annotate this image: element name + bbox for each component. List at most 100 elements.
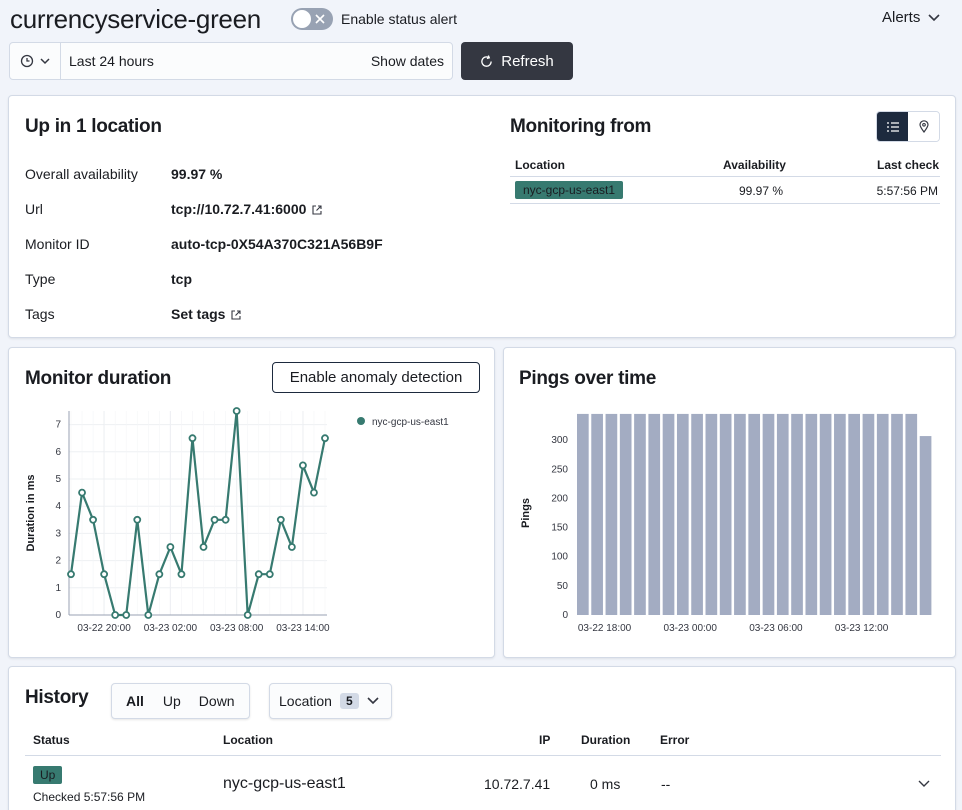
filter-up[interactable]: Up: [154, 693, 190, 709]
ping-bar: [776, 413, 789, 615]
show-dates-link[interactable]: Show dates: [371, 43, 452, 79]
y-tick-label: 200: [551, 493, 568, 504]
y-tick-label: 7: [55, 420, 61, 431]
url-link[interactable]: tcp://10.72.7.41:6000: [171, 201, 322, 217]
x-tick-label: 03-23 02:00: [144, 623, 198, 634]
y-tick-label: 150: [551, 523, 568, 534]
set-tags-link[interactable]: Set tags: [171, 306, 242, 322]
chevron-down-icon: [928, 13, 940, 21]
alerts-menu[interactable]: Alerts: [882, 9, 940, 26]
col-availability: Availability: [723, 158, 786, 172]
status-panel: Up in 1 location Overall availability 99…: [8, 95, 956, 338]
y-tick-label: 4: [55, 501, 61, 512]
data-point: [221, 515, 230, 524]
ping-bar: [577, 413, 589, 615]
data-point: [155, 570, 164, 579]
table-row: nyc-gcp-us-east1 99.97 % 5:57:56 PM: [510, 177, 940, 204]
pings-panel: Pings over time 0 50 100 150 200 250 300 03-22 …: [503, 347, 956, 658]
ping-bar: [634, 413, 646, 615]
quick-select-button[interactable]: [10, 43, 61, 79]
data-point: [122, 611, 131, 619]
col-status: Status: [33, 733, 70, 747]
ping-bar: [891, 413, 903, 615]
type-label: Type: [25, 271, 56, 287]
tags-label: Tags: [25, 306, 55, 322]
data-point: [188, 434, 197, 443]
y-axis-label: Pings: [520, 498, 532, 528]
ping-bar: [805, 413, 818, 615]
y-tick-label: 2: [55, 556, 61, 567]
monitoring-from-title: Monitoring from: [510, 116, 652, 137]
date-range-text[interactable]: Last 24 hours: [61, 43, 371, 79]
col-ip: IP: [539, 733, 551, 747]
y-tick-label: 0: [562, 610, 568, 621]
alerts-label: Alerts: [882, 9, 921, 26]
ping-bar: [876, 413, 889, 615]
status-badge: Up: [33, 766, 63, 784]
y-tick-label: 0: [55, 610, 61, 621]
availability-label: Overall availability: [25, 166, 138, 182]
col-error: Error: [660, 733, 690, 747]
ping-bar: [605, 413, 618, 615]
monitor-id-label: Monitor ID: [25, 236, 90, 252]
data-point: [133, 515, 142, 524]
refresh-icon: [481, 54, 493, 67]
data-point: [265, 570, 274, 579]
y-axis-label: Duration in ms: [25, 474, 37, 551]
refresh-button[interactable]: Refresh: [461, 42, 573, 80]
data-point: [254, 570, 263, 579]
location-filter[interactable]: Location 5: [269, 683, 392, 719]
x-tick-label: 03-23 08:00: [210, 623, 264, 634]
url-label: Url: [25, 201, 43, 217]
availability-value: 99.97 %: [171, 166, 223, 182]
ping-bar: [591, 413, 603, 615]
ping-bar: [748, 413, 761, 615]
table-row[interactable]: Up Checked 5:57:56 PM nyc-gcp-us-east1 1…: [25, 756, 941, 810]
y-tick-label: 3: [55, 528, 61, 539]
series-line: [69, 410, 327, 617]
list-view-button[interactable]: [877, 112, 908, 141]
filter-down[interactable]: Down: [190, 693, 249, 709]
enable-anomaly-button[interactable]: Enable anomaly detection: [272, 362, 480, 393]
pings-title: Pings over time: [519, 368, 656, 389]
data-point: [89, 515, 97, 524]
expand-row-icon[interactable]: [918, 780, 930, 788]
location-badge[interactable]: nyc-gcp-us-east1: [515, 181, 624, 199]
y-tick-label: 6: [55, 447, 61, 458]
data-point: [111, 611, 120, 619]
y-tick-label: 1: [55, 583, 61, 594]
col-location: Location: [223, 733, 273, 747]
ping-bar: [862, 413, 875, 615]
ping-bar: [762, 413, 775, 615]
url-value: tcp://10.72.7.41:6000: [171, 201, 307, 217]
filter-all[interactable]: All: [112, 693, 154, 709]
external-link-icon: [231, 310, 242, 320]
y-tick-label: 50: [557, 581, 569, 592]
col-duration: Duration: [581, 733, 631, 747]
x-tick-label: 03-23 14:00: [276, 623, 330, 634]
data-point: [67, 570, 75, 579]
monitor-id-value: auto-tcp-0X54A370C321A56B9F: [171, 236, 383, 252]
data-point: [166, 543, 175, 551]
map-view-button[interactable]: [908, 112, 939, 141]
x-tick-label: 03-23 06:00: [749, 623, 803, 634]
data-point: [287, 543, 296, 551]
history-ip: 10.72.7.41: [484, 776, 551, 792]
ping-bar: [734, 413, 746, 615]
col-location: Location: [515, 158, 565, 172]
history-title: History: [25, 687, 89, 708]
data-point: [299, 461, 307, 470]
history-location: nyc-gcp-us-east1: [223, 775, 346, 792]
refresh-label: Refresh: [501, 52, 554, 70]
status-alert-toggle[interactable]: [291, 8, 333, 30]
toggle-knob: [292, 9, 312, 29]
history-panel: History All Up Down Location 5 Status Lo…: [8, 666, 956, 810]
data-point: [232, 407, 241, 415]
date-picker: Last 24 hours Show dates: [9, 42, 453, 80]
location-count-badge: 5: [339, 693, 359, 709]
data-point: [177, 570, 186, 579]
y-tick-label: 100: [551, 552, 568, 563]
ping-bar: [919, 436, 932, 615]
ping-bar: [648, 413, 661, 615]
location-pin-icon: [918, 120, 929, 133]
